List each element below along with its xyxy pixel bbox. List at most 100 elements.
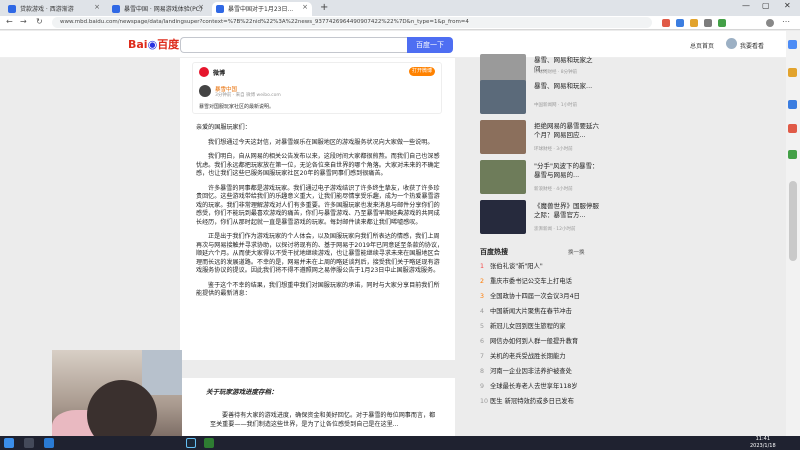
search-input[interactable] xyxy=(180,37,408,53)
clock-date: 2023/1/18 xyxy=(750,443,776,449)
news-meta: 新浪财经 · 4小时前 xyxy=(534,187,573,192)
news-thumbnail[interactable] xyxy=(480,120,526,154)
forward-icon[interactable]: → xyxy=(20,17,27,26)
close-icon[interactable]: × xyxy=(94,3,100,11)
games-icon[interactable] xyxy=(788,150,797,159)
hot-item[interactable]: 5 新冠儿女回到医生旅程的家 xyxy=(480,321,566,330)
tab-2[interactable]: 暴雪中国 · 网易游戏体验(PC) × xyxy=(108,2,208,16)
news-title[interactable]: 《魔兽世界》国服停服之际：暴雪官方... xyxy=(534,202,604,219)
hot-item[interactable]: 6 网信办如何到人群一般提升教育 xyxy=(480,336,578,345)
new-tab-button[interactable]: + xyxy=(320,2,328,13)
steam-icon[interactable] xyxy=(186,438,196,448)
shopping-icon[interactable] xyxy=(788,68,797,77)
news-title[interactable]: 暴雪、网易和玩家... xyxy=(534,82,604,91)
search-icon[interactable] xyxy=(788,40,797,49)
post-summary: 暴雪对国服玩家社区的最新说明。 xyxy=(199,104,275,110)
hot-item[interactable]: 3 全国政协十四届一次会议3月4日 xyxy=(480,291,580,300)
office-icon[interactable] xyxy=(788,124,797,133)
news-thumbnail[interactable] xyxy=(480,200,526,234)
hot-item-label: 全球最长寿老人去世享年118岁 xyxy=(490,383,578,390)
hot-item[interactable]: 10 医生 新冠特效药或多日已发布 xyxy=(480,396,574,405)
search-button[interactable]: 百度一下 xyxy=(407,37,453,53)
paragraph: 许多暴雪的同事都是游戏玩家。我们通过电子游戏结识了许多终生挚友，收获了许多珍贵回… xyxy=(196,184,440,226)
address-toolbar: ← → ↻ www.mbd.baidu.com/newspage/data/la… xyxy=(0,16,800,30)
tab-3[interactable]: 暴雪中国对于1月23日... × xyxy=(212,2,312,16)
weibo-brand: 微博 xyxy=(213,70,226,77)
close-icon[interactable]: × xyxy=(198,3,204,11)
page-scrollbar[interactable] xyxy=(786,31,800,436)
weibo-card: 微博 打开微博 暴雪中国 3分钟前 · 来自 微博 weibo.com 暴雪对国… xyxy=(192,62,442,114)
clock-time: 11:41 xyxy=(755,436,771,442)
paragraph: 我们想通过今天这封信，对暴雪娱乐在国服地区的游戏服务状况向大家做一些说明。 xyxy=(208,138,434,146)
reload-icon[interactable]: ↻ xyxy=(36,17,43,26)
hot-item[interactable]: 1 张伯礼谈"新"阳人" xyxy=(480,261,543,270)
section-divider xyxy=(180,360,455,378)
app-icon[interactable] xyxy=(204,438,214,448)
related-news: 暴雪、网易和玩家之间... 环球网财经 · 8分钟前 暴雪、网易和玩家... 中… xyxy=(476,54,776,438)
tab-strip: 贷款游戏 · 西游渐游 × 暴雪中国 · 网易游戏体验(PC) × 暴雪中国对于… xyxy=(0,0,800,16)
hot-item-label: 网信办如何到人群一般提升教育 xyxy=(490,338,579,345)
collections-icon[interactable] xyxy=(704,19,712,27)
paragraph: 我们明白，自从网易的相关公告发布以来，这段时间大家都很煎熬。而我们自己也深感忧虑… xyxy=(196,153,440,177)
hot-item[interactable]: 9 全球最长寿老人去世享年118岁 xyxy=(480,381,578,390)
open-weibo-button[interactable]: 打开微博 xyxy=(409,67,435,76)
hot-item-label: 关机的老兵受战胜长期能力 xyxy=(490,353,566,360)
address-bar[interactable]: www.mbd.baidu.com/newspage/data/landings… xyxy=(52,17,652,28)
tab-2-label: 暴雪中国 · 网易游戏体验(PC) xyxy=(124,6,203,13)
webcam-background xyxy=(142,350,182,395)
close-window-button[interactable]: ✕ xyxy=(784,1,791,10)
avatar[interactable] xyxy=(199,85,211,97)
hot-item-label: 重庆市委书记公交车上打电话 xyxy=(490,278,572,285)
browser-window: 贷款游戏 · 西游渐游 × 暴雪中国 · 网易游戏体验(PC) × 暴雪中国对于… xyxy=(0,0,800,450)
hot-item[interactable]: 7 关机的老兵受战胜长期能力 xyxy=(480,351,566,360)
minimize-button[interactable]: — xyxy=(742,1,750,10)
hot-item-label: 中国新闻大片聚焦在春节冲击 xyxy=(490,308,572,315)
paragraph: 正是出于我们作为游戏玩家的个人体会，以及国服玩家向我们所表达的情感，我们上周再次… xyxy=(196,233,444,274)
tab-1[interactable]: 贷款游戏 · 西游渐游 × xyxy=(4,2,104,16)
scrollbar-thumb[interactable] xyxy=(789,181,797,261)
favorites-icon[interactable] xyxy=(690,19,698,27)
hot-item-label: 河南一企业因非法养护被查处 xyxy=(490,368,572,375)
extension-icon[interactable] xyxy=(676,19,684,27)
maximize-button[interactable]: ▢ xyxy=(762,1,770,10)
news-meta: 中国新闻网 · 1小时前 xyxy=(534,103,578,108)
extension-icon[interactable] xyxy=(718,19,726,27)
hot-item[interactable]: 8 河南一企业因非法养护被查处 xyxy=(480,366,572,375)
search-icon[interactable] xyxy=(24,438,34,448)
header-link-user[interactable]: 我要看看 xyxy=(740,41,764,50)
hot-item-label: 张伯礼谈"新"阳人" xyxy=(490,263,543,270)
edge-icon[interactable] xyxy=(44,438,54,448)
hot-item[interactable]: 2 重庆市委书记公交车上打电话 xyxy=(480,276,572,285)
news-thumbnail[interactable] xyxy=(480,80,526,114)
baidu-logo[interactable]: Bai◉百度 xyxy=(128,36,179,52)
webcam-overlay xyxy=(52,350,182,450)
hot-item-label: 医生 新冠特效药或多日已发布 xyxy=(490,398,574,405)
tab-favicon-icon xyxy=(112,5,120,13)
more-icon[interactable]: ⋯ xyxy=(782,17,790,26)
tab-3-label: 暴雪中国对于1月23日... xyxy=(228,6,294,13)
header-link-home[interactable]: 总页首页 xyxy=(690,41,714,50)
hot-item-label: 新冠儿女回到医生旅程的家 xyxy=(490,323,566,330)
hot-item-label: 全国政协十四届一次会议3月4日 xyxy=(490,293,580,300)
tab-favicon-icon xyxy=(216,5,224,13)
extension-icon[interactable] xyxy=(662,19,670,27)
close-icon[interactable]: × xyxy=(302,3,308,11)
avatar[interactable] xyxy=(726,38,737,49)
profile-icon[interactable] xyxy=(766,19,774,27)
taskbar: 11:41 2023/1/18 xyxy=(0,436,800,450)
tools-icon[interactable] xyxy=(788,100,797,109)
system-clock[interactable]: 11:41 2023/1/18 xyxy=(750,436,776,450)
refresh-hot-button[interactable]: 换一换 xyxy=(568,248,585,256)
baidu-header: Bai◉百度 百度一下 总页首页 我要看看 xyxy=(0,31,786,58)
news-thumbnail[interactable] xyxy=(480,160,526,194)
paragraph: 鉴于这个不幸的结果，我们想重申我们对国服玩家的承诺，同时与大家分享目前我们所能提… xyxy=(196,281,440,298)
news-title[interactable]: 拒绝网易的暴雪要延六个月？网易回应... xyxy=(534,122,604,139)
news-meta: 环球网财经 · 8分钟前 xyxy=(534,70,578,75)
start-icon[interactable] xyxy=(4,438,14,448)
news-meta: 澎湃新闻 · 12小时前 xyxy=(534,227,576,232)
hot-item[interactable]: 4 中国新闻大片聚焦在春节冲击 xyxy=(480,306,572,315)
back-icon[interactable]: ← xyxy=(6,17,13,26)
hot-search-title[interactable]: 百度热搜 xyxy=(480,247,508,257)
weibo-logo-icon xyxy=(199,67,209,77)
news-title[interactable]: "分手"风波下的暴雪：暴雪与网易的... xyxy=(534,162,604,179)
